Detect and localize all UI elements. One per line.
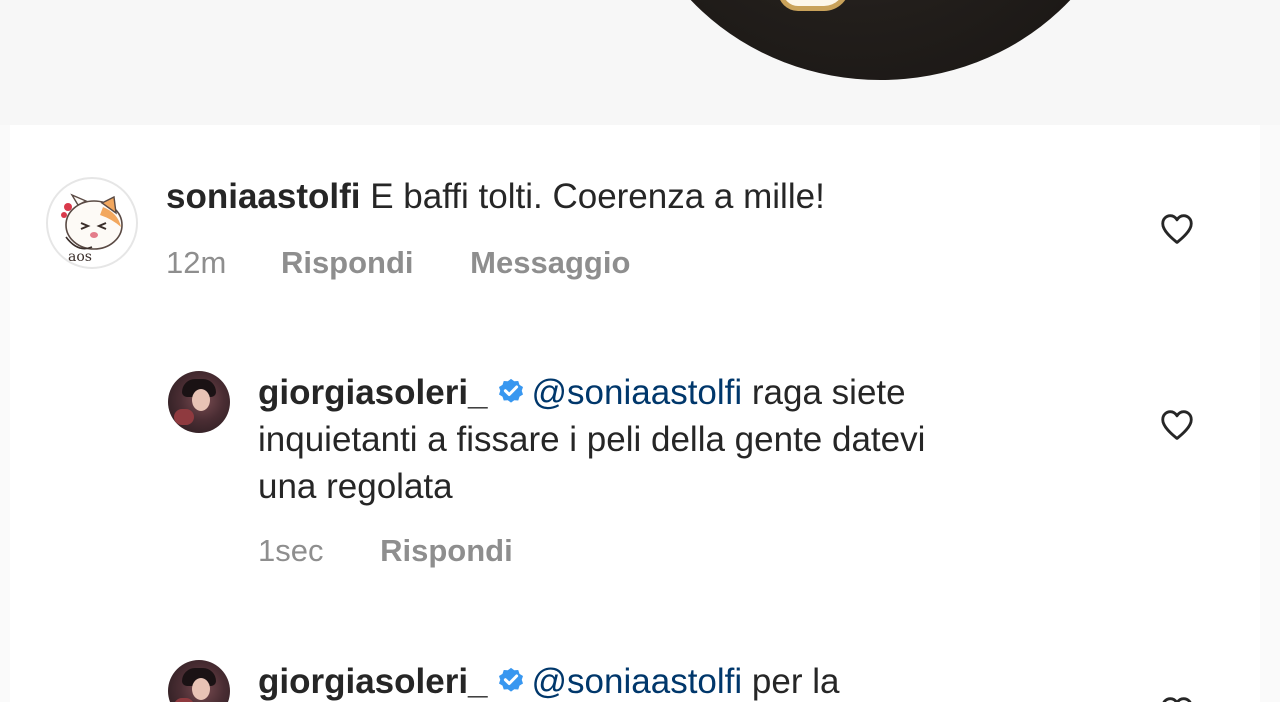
comment-timestamp: 12m	[166, 245, 227, 280]
post-header-area	[0, 0, 1280, 125]
comments-screen: aos soniaastolfi E baffi tolti. Coerenza…	[0, 0, 1280, 702]
avatar-detail	[174, 698, 194, 702]
heart-outline-icon[interactable]	[1158, 406, 1196, 444]
verified-badge-icon	[498, 667, 523, 692]
comment-body: giorgiasoleri_ @soniaastolfi per la	[258, 658, 1158, 702]
verified-badge-icon	[498, 378, 523, 403]
avatar-detail	[778, 0, 850, 11]
commenter-avatar[interactable]: aos	[46, 177, 138, 269]
comment-text: raga siete	[751, 373, 906, 412]
avatar-detail	[192, 389, 210, 411]
comment-body: giorgiasoleri_ @soniaastolfi raga siete i…	[258, 369, 1158, 510]
commenter-avatar[interactable]	[168, 371, 230, 433]
post-author-avatar[interactable]	[628, 0, 1133, 80]
comment-text: per la	[751, 662, 840, 701]
comment-username[interactable]: giorgiasoleri_	[258, 373, 488, 412]
heart-outline-icon[interactable]	[1158, 693, 1196, 702]
mention-link[interactable]: @soniaastolfi	[532, 662, 743, 701]
comment-username[interactable]: giorgiasoleri_	[258, 662, 488, 701]
comments-panel: aos soniaastolfi E baffi tolti. Coerenza…	[10, 125, 1260, 702]
comment-body: soniaastolfi E baffi tolti. Coerenza a m…	[166, 173, 1116, 220]
reply-button[interactable]: Rispondi	[281, 245, 414, 281]
comment-meta: 1sec Rispondi	[258, 533, 513, 569]
comment-text: inquietanti a fissare i peli della gente…	[258, 420, 926, 459]
comment-username[interactable]: soniaastolfi	[166, 177, 360, 216]
avatar-detail	[192, 678, 210, 700]
svg-text:aos: aos	[68, 249, 92, 265]
comment-text: una regolata	[258, 467, 453, 506]
commenter-avatar[interactable]	[168, 660, 230, 702]
heart-outline-icon[interactable]	[1158, 210, 1196, 248]
reply-button[interactable]: Rispondi	[380, 533, 513, 569]
comment-text: E baffi tolti. Coerenza a mille!	[370, 177, 825, 216]
cat-sticker-icon: aos	[61, 193, 123, 265]
comment-meta: 12m Rispondi Messaggio	[166, 245, 630, 281]
avatar-detail	[174, 409, 194, 425]
message-button[interactable]: Messaggio	[470, 245, 630, 281]
mention-link[interactable]: @soniaastolfi	[532, 373, 743, 412]
comment-timestamp: 1sec	[258, 533, 324, 568]
